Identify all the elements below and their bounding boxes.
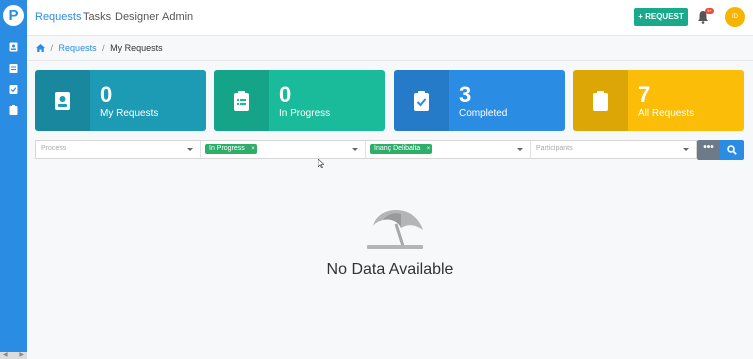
user-avatar[interactable]: ID [725,7,745,27]
requester-chip[interactable]: İnanç Delibalta × [370,144,433,154]
chip-remove-icon[interactable]: × [251,144,255,154]
nav-admin[interactable]: Admin [162,11,193,23]
beach-umbrella-icon [367,210,423,249]
card-count: 0 [100,82,113,107]
new-request-button[interactable]: + REQUEST [634,8,688,26]
process-placeholder: Process [41,145,67,152]
chevron-down-icon [517,148,523,151]
card-label: In Progress [279,108,331,119]
status-chip-label: In Progress [209,145,245,152]
search-button[interactable] [720,140,744,160]
empty-state-message: No Data Available [326,261,454,278]
breadcrumb-requests-link[interactable]: Requests [59,43,97,53]
requester-select[interactable]: İnanç Delibalta × [366,141,531,158]
card-label: Completed [459,108,508,119]
sidebar: P ◀ ▶ [0,0,27,359]
nav-tasks[interactable]: Tasks [83,11,111,23]
top-navbar: Requests Tasks Designer Admin + REQUEST … [27,0,753,36]
card-label: My Requests [100,108,159,119]
clipboard-list-icon [234,91,249,111]
horizontal-scrollbar[interactable]: ◀ ▶ [0,352,27,359]
card-completed[interactable]: 3 Completed [394,70,565,131]
card-label: All Requests [638,108,695,119]
participants-select[interactable]: Participants [531,141,696,158]
card-count: 0 [279,82,292,107]
app-logo[interactable]: P [3,5,24,26]
status-select[interactable]: In Progress × [201,141,366,158]
card-in-progress[interactable]: 0 In Progress [214,70,385,131]
more-options-button[interactable]: ••• [697,140,720,160]
clipboard-icon[interactable] [9,105,18,115]
clipboard-icon [593,91,608,111]
breadcrumb-current: My Requests [110,43,163,53]
home-icon[interactable] [36,44,45,52]
id-badge-icon[interactable] [9,42,18,52]
card-all-requests[interactable]: 7 All Requests [573,70,744,131]
card-count: 3 [459,82,472,107]
mouse-cursor-icon [318,159,324,168]
status-chip[interactable]: In Progress × [205,144,257,154]
nav-designer[interactable]: Designer [115,11,159,23]
nav-requests[interactable]: Requests [35,11,81,23]
filter-bar: Process In Progress × İnanç Delibalta × Pa… [35,140,697,159]
card-my-requests[interactable]: 0 My Requests [35,70,206,131]
process-select[interactable]: Process [36,141,201,158]
search-icon [727,145,737,155]
chip-remove-icon[interactable]: × [427,144,431,154]
chevron-down-icon [683,148,689,151]
id-badge-icon [55,92,70,110]
requester-chip-label: İnanç Delibalta [374,145,421,152]
participants-placeholder: Participants [536,145,573,152]
breadcrumb: / Requests / My Requests [36,43,163,53]
clipboard-check-icon[interactable] [9,84,18,94]
breadcrumb-divider [27,60,753,61]
clipboard-list-icon[interactable] [9,63,18,73]
chevron-down-icon [352,148,358,151]
clipboard-check-icon [414,91,429,111]
notification-badge: 9+ [705,8,714,14]
card-count: 7 [638,82,651,107]
chevron-down-icon [187,148,193,151]
logo-letter: P [8,7,19,24]
